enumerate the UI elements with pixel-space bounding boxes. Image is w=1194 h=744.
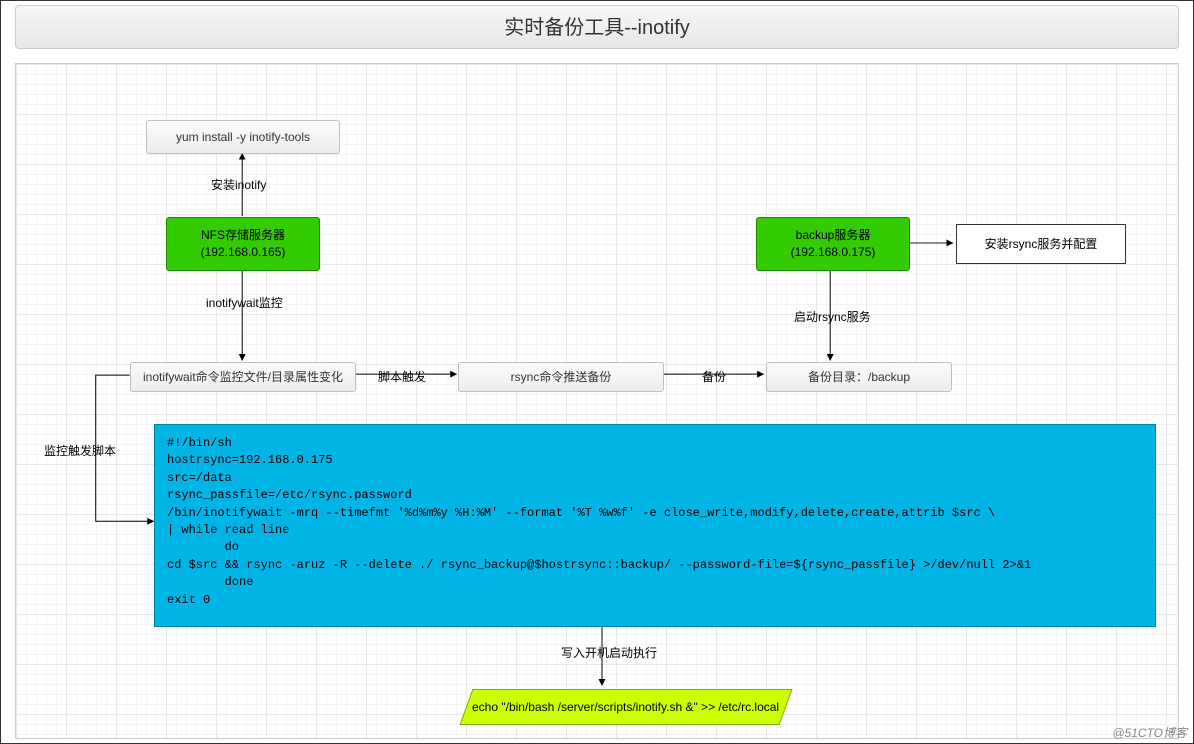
node-rc-local: echo "/bin/bash /server/scripts/inotify.… (459, 689, 792, 725)
watermark: @51CTO博客 (1112, 724, 1187, 741)
label-write-boot: 写入开机启动执行 (561, 644, 657, 661)
node-backup-server: backup服务器 (192.168.0.175) (756, 217, 910, 271)
label-install-inotify: 安装inotify (211, 176, 266, 193)
node-nfs-server: NFS存储服务器 (192.168.0.165) (166, 217, 320, 271)
node-yum-install: yum install -y inotify-tools (146, 120, 340, 154)
node-inotifywait-monitor: inotifywait命令监控文件/目录属性变化 (130, 362, 356, 392)
node-yum-install-text: yum install -y inotify-tools (176, 129, 310, 146)
node-rsync-push: rsync命令推送备份 (458, 362, 664, 392)
node-inotifywait-monitor-text: inotifywait命令监控文件/目录属性变化 (143, 369, 343, 386)
node-nfs-line1: NFS存储服务器 (201, 227, 285, 244)
node-script-box: #!/bin/sh hostrsync=192.168.0.175 src=/d… (154, 424, 1156, 627)
node-rc-local-text: echo "/bin/bash /server/scripts/inotify.… (472, 700, 779, 714)
diagram-canvas: 实时备份工具--inotify (0, 0, 1194, 744)
diagram-title: 实时备份工具--inotify (15, 5, 1179, 49)
node-install-rsync-text: 安装rsync服务并配置 (985, 236, 1098, 253)
label-start-rsync: 启动rsync服务 (794, 308, 871, 325)
node-nfs-line2: (192.168.0.165) (201, 244, 286, 261)
node-backup-dir: 备份目录：/backup (766, 362, 952, 392)
label-script-trigger: 脚本触发 (378, 368, 426, 385)
label-backup: 备份 (702, 368, 726, 385)
node-rsync-push-text: rsync命令推送备份 (511, 369, 612, 386)
node-install-rsync: 安装rsync服务并配置 (956, 224, 1126, 264)
node-backup-line1: backup服务器 (796, 227, 871, 244)
diagram-grid: yum install -y inotify-tools NFS存储服务器 (1… (15, 63, 1179, 739)
node-backup-line2: (192.168.0.175) (791, 244, 876, 261)
label-monitor-trigger-script: 监控触发脚本 (44, 442, 116, 459)
label-inotifywait-watch: inotifywait监控 (206, 294, 283, 311)
node-backup-dir-text: 备份目录：/backup (808, 369, 910, 386)
